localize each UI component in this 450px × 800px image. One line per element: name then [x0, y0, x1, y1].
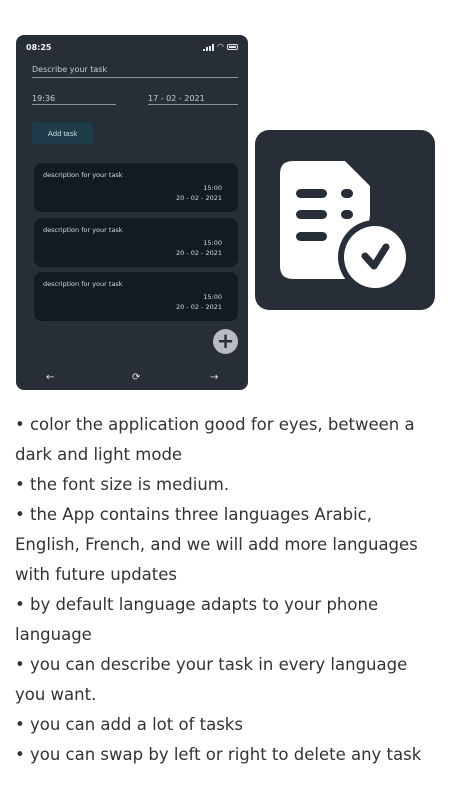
- task-card[interactable]: description for your task 15:00 20 - 02 …: [34, 163, 238, 212]
- add-task-button[interactable]: Add task: [32, 122, 93, 144]
- feature-list: • color the application good for eyes, b…: [15, 410, 440, 770]
- task-time: 15:00: [203, 184, 222, 192]
- feature-item: • the font size is medium.: [15, 475, 230, 494]
- forward-arrow-icon[interactable]: →: [210, 372, 218, 383]
- wifi-icon: ◠: [217, 42, 224, 51]
- feature-item: • you can add a lot of tasks: [15, 715, 243, 734]
- task-description-input[interactable]: Describe your task: [32, 65, 238, 78]
- task-card[interactable]: description for your task 15:00 20 - 02 …: [34, 272, 238, 321]
- feature-item: • by default language adapts to your pho…: [15, 595, 379, 644]
- task-checklist-icon: [255, 130, 435, 310]
- task-card[interactable]: description for your task 15:00 20 - 02 …: [34, 218, 238, 267]
- battery-icon: [227, 44, 238, 50]
- feature-item: • you can describe your task in every la…: [15, 655, 408, 704]
- navigation-bar: ← ⟳ →: [16, 370, 248, 390]
- plus-icon: +: [216, 329, 235, 353]
- feature-item: • the App contains three languages Arabi…: [15, 505, 418, 584]
- task-date: 20 - 02 - 2021: [175, 303, 222, 311]
- signal-icon: [203, 43, 215, 51]
- task-description: description for your task: [43, 280, 123, 288]
- refresh-icon[interactable]: ⟳: [132, 372, 140, 383]
- status-bar: 08:25 ◠: [16, 35, 248, 59]
- status-time: 08:25: [26, 43, 52, 52]
- task-description: description for your task: [43, 226, 123, 234]
- phone-screenshot: 08:25 ◠ Describe your task 19:36 17 - 02…: [16, 35, 248, 390]
- task-time: 15:00: [203, 239, 222, 247]
- feature-item: • color the application good for eyes, b…: [15, 415, 415, 464]
- time-input[interactable]: 19:36: [32, 94, 116, 105]
- feature-item: • you can swap by left or right to delet…: [15, 745, 422, 764]
- date-input[interactable]: 17 - 02 - 2021: [148, 94, 238, 105]
- status-icons: ◠: [203, 43, 238, 51]
- task-time: 15:00: [203, 293, 222, 301]
- task-date: 20 - 02 - 2021: [175, 249, 222, 257]
- task-description: description for your task: [43, 171, 123, 179]
- add-fab-button[interactable]: +: [213, 329, 238, 354]
- task-date: 20 - 02 - 2021: [175, 194, 222, 202]
- back-arrow-icon[interactable]: ←: [46, 372, 54, 383]
